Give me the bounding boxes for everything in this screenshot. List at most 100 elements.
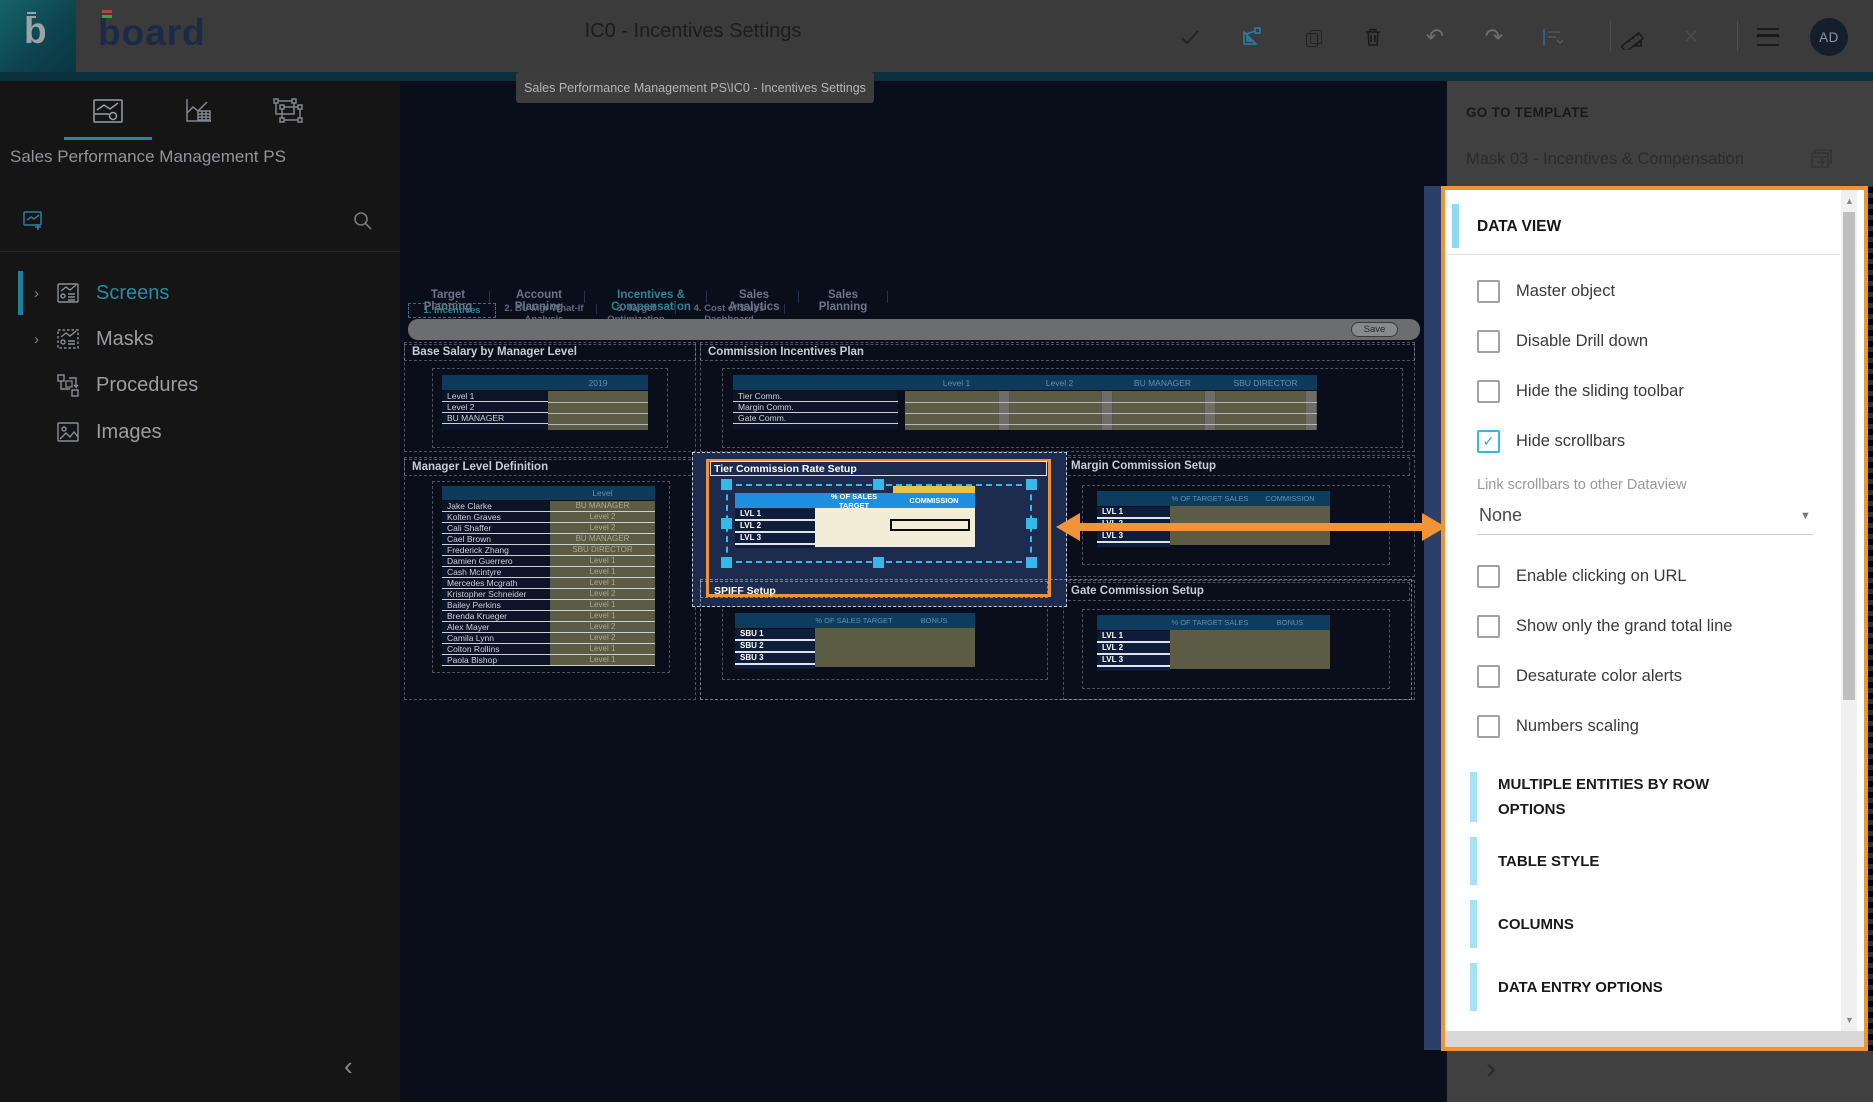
masks-icon (56, 328, 80, 350)
table-row[interactable]: Cash Mcintyre Level 1 (442, 567, 655, 578)
add-screen-icon[interactable] (22, 209, 46, 233)
confirm-check-icon[interactable] (1175, 22, 1205, 52)
avatar[interactable]: AD (1810, 18, 1848, 56)
section-header[interactable]: DATA ENTRY OPTIONS (1470, 963, 1840, 1011)
value-cells[interactable] (548, 391, 648, 430)
table-row[interactable]: Paola Bishop Level 1 (442, 655, 655, 666)
resize-handle-n[interactable] (873, 479, 884, 490)
table-row[interactable]: Brenda Krueger Level 1 (442, 611, 655, 622)
trash-icon[interactable] (1358, 22, 1388, 52)
section-header[interactable]: MULTIPLE ENTITIES BY ROW OPTIONS (1470, 772, 1840, 822)
subtab[interactable]: 4. Cost of Sales Dashboard (688, 303, 770, 316)
table-row[interactable]: Kristopher Schneider Level 2 (442, 589, 655, 600)
table-row[interactable]: Damien Guerrero Level 1 (442, 556, 655, 567)
row-labels: Tier Comm.Margin Comm.Gate Comm. (733, 391, 898, 424)
manager-level: SBU DIRECTOR (550, 545, 655, 555)
undo-icon[interactable]: ↶ (1420, 22, 1450, 52)
checkbox-icon[interactable]: ✓ (1477, 280, 1500, 303)
checkbox-icon[interactable]: ✓ (1477, 380, 1500, 403)
vector-design-icon[interactable] (1236, 22, 1266, 52)
table-row[interactable]: Cael Brown BU MANAGER (442, 534, 655, 545)
section-accent-bar (1470, 900, 1477, 948)
table-row[interactable]: Mercedes Mcgrath Level 1 (442, 578, 655, 589)
tab-screens-designer[interactable] (92, 96, 124, 126)
go-to-template-label: GO TO TEMPLATE (1466, 105, 1589, 120)
checkbox-row[interactable]: ✓ Desaturate color alerts (1477, 666, 1837, 686)
checkbox-row[interactable]: ✓ Show only the grand total line (1477, 616, 1837, 636)
subtab[interactable]: 2. BU Mgr What-If Analysis (503, 303, 585, 316)
template-name[interactable]: Mask 03 - Incentives & Compensation (1466, 150, 1744, 169)
scroll-up-icon[interactable]: ▲ (1845, 196, 1854, 206)
row-label: Gate Comm. (733, 413, 898, 424)
subtab-active[interactable]: 1. Incentives Settings (408, 303, 496, 318)
checkbox-row[interactable]: ✓ Enable clicking on URL (1477, 566, 1837, 586)
redo-icon[interactable]: ↷ (1479, 22, 1509, 52)
section-header[interactable]: COLUMNS (1470, 900, 1840, 948)
design-ruler-icon[interactable] (1618, 22, 1648, 52)
screen-sliding-toolbar[interactable] (408, 319, 1420, 340)
left-sidebar: Sales Performance Management PS › Screen… (0, 81, 400, 1102)
checkbox-icon[interactable]: ✓ (1477, 430, 1500, 453)
resize-handle-sw[interactable] (721, 557, 732, 568)
table-row[interactable]: Alex Mayer Level 2 (442, 622, 655, 633)
table-row[interactable]: Bailey Perkins Level 1 (442, 600, 655, 611)
chevron-right-icon[interactable]: › (34, 331, 48, 348)
open-template-icon[interactable] (1804, 144, 1832, 172)
tab-separator (489, 291, 490, 303)
resize-handle-e[interactable] (1026, 518, 1037, 529)
resize-handle-s[interactable] (873, 557, 884, 568)
save-button[interactable]: Save (1351, 322, 1398, 337)
copy-icon[interactable] (1297, 22, 1327, 52)
table-row[interactable]: Camila Lynn Level 2 (442, 633, 655, 644)
active-cell[interactable] (890, 519, 970, 531)
tab-analysis[interactable] (183, 97, 213, 125)
checkbox-row[interactable]: ✓ Hide the sliding toolbar (1477, 381, 1837, 401)
sidebar-divider (0, 251, 400, 252)
checkbox-row[interactable]: ✓ Hide scrollbars (1477, 431, 1837, 451)
menu-icon[interactable] (1753, 22, 1783, 52)
chevron-right-icon[interactable]: › (34, 285, 48, 302)
checkbox-row[interactable]: ✓ Disable Drill down (1477, 331, 1837, 351)
table-row[interactable]: Kolten Graves Level 2 (442, 512, 655, 523)
subtab[interactable]: 3. Target Optimization (601, 303, 671, 316)
resize-handle-w[interactable] (721, 518, 732, 529)
checkbox-icon[interactable]: ✓ (1477, 715, 1500, 738)
checkbox-icon[interactable]: ✓ (1477, 565, 1500, 588)
table-row[interactable]: Colton Rollins Level 1 (442, 644, 655, 655)
table-row[interactable]: Frederick Zhang SBU DIRECTOR (442, 545, 655, 556)
scroll-down-icon[interactable]: ▼ (1845, 1015, 1854, 1025)
checkbox-row[interactable]: ✓ Numbers scaling (1477, 716, 1837, 736)
screen-tab[interactable]: Sales Planning (808, 289, 878, 305)
sidebar-item-screens[interactable]: › Screens (0, 270, 400, 316)
align-options-icon[interactable] (1538, 22, 1568, 52)
sidebar-item-images[interactable]: Images (0, 409, 400, 455)
sidebar-item-procedures[interactable]: Procedures (0, 362, 400, 408)
search-icon[interactable] (352, 210, 373, 231)
value-cells[interactable] (905, 391, 1317, 430)
tab-layout[interactable] (273, 97, 303, 125)
manager-level: BU MANAGER (550, 534, 655, 544)
collapse-sidebar-chevron[interactable]: ‹ (344, 1051, 353, 1082)
sidebar-item-masks[interactable]: › Masks (0, 316, 400, 362)
checkbox-icon[interactable]: ✓ (1477, 330, 1500, 353)
manager-name: Brenda Krueger (442, 611, 550, 621)
panel-scrollbar-thumb[interactable] (1843, 212, 1855, 700)
table-row[interactable]: Cali Shaffer Level 2 (442, 523, 655, 534)
section-header[interactable]: TABLE STYLE (1470, 837, 1840, 885)
panel-expand-chevron[interactable]: › (1486, 1052, 1496, 1086)
checkbox-row[interactable]: ✓ Master object (1477, 281, 1837, 301)
checkbox-icon[interactable]: ✓ (1477, 615, 1500, 638)
resize-handle-se[interactable] (1026, 557, 1037, 568)
table-header: Level 1 Level 2 BU MANAGER SBU DIRECTOR (733, 375, 1317, 390)
manager-name: Paola Bishop (442, 655, 550, 665)
row-label: LVL 1 (1097, 507, 1170, 519)
resize-handle-nw[interactable] (721, 479, 732, 490)
resize-handle-ne[interactable] (1026, 479, 1037, 490)
chevron-down-icon[interactable]: ▼ (1800, 510, 1811, 522)
checkbox-icon[interactable]: ✓ (1477, 665, 1500, 688)
link-scrollbars-select[interactable]: None (1479, 505, 1522, 526)
close-icon[interactable]: ✕ (1676, 22, 1706, 52)
table-header: Level (442, 486, 655, 500)
board-logo-tile[interactable]: b (0, 0, 76, 72)
table-row[interactable]: Jake Clarke BU MANAGER (442, 501, 655, 512)
